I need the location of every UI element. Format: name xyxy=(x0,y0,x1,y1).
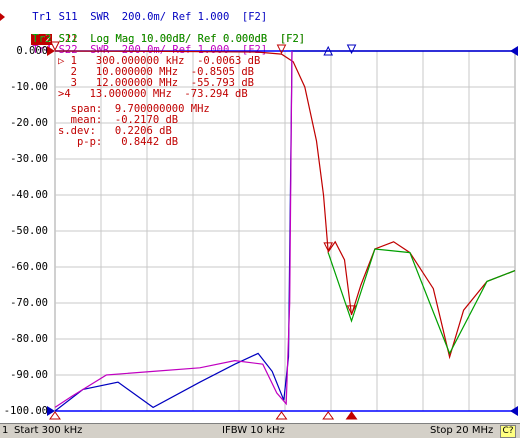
y-label: -100.00 xyxy=(3,405,48,417)
start-frequency[interactable]: Start 300 kHz xyxy=(14,425,82,436)
status-bar: 1 Start 300 kHz IFBW 10 kHz Stop 20 MHz … xyxy=(0,423,520,438)
stimulus-marker-3-icon xyxy=(322,411,335,420)
stimulus-marker-4-icon xyxy=(345,411,358,420)
vna-window: Tr1 S11 SWR 200.0m/ Ref 1.000 [F2] Tr2 S… xyxy=(0,0,520,438)
y-label: -90.00 xyxy=(10,369,48,381)
ref-arrow-right-icon xyxy=(510,46,518,56)
stats-pp: p-p: 0.8442 dB xyxy=(58,136,179,148)
correction-button[interactable]: C? xyxy=(500,425,516,438)
marker-1-icon xyxy=(50,41,60,52)
channel-number: 1 xyxy=(2,425,9,436)
ifbw-setting[interactable]: IFBW 10 kHz xyxy=(222,425,285,436)
marker-4-readout[interactable]: >4 13.000000 MHz -73.294 dB xyxy=(58,89,248,100)
y-label: -40.00 xyxy=(10,189,48,201)
y-label: -50.00 xyxy=(10,225,48,237)
y-label: -80.00 xyxy=(10,333,48,345)
stimulus-marker-2-icon xyxy=(275,411,288,420)
y-label: -30.00 xyxy=(10,153,48,165)
y-label: -20.00 xyxy=(10,117,48,129)
y-label: -70.00 xyxy=(10,297,48,309)
ref-arrow-right-bottom-icon xyxy=(510,406,518,416)
y-label: 0.000 xyxy=(16,45,48,57)
s11-marker-4-icon xyxy=(346,44,357,55)
marker-2-icon xyxy=(276,44,287,55)
y-label: -10.00 xyxy=(10,81,48,93)
stop-frequency[interactable]: Stop 20 MHz xyxy=(430,425,493,436)
y-label: -60.00 xyxy=(10,261,48,273)
